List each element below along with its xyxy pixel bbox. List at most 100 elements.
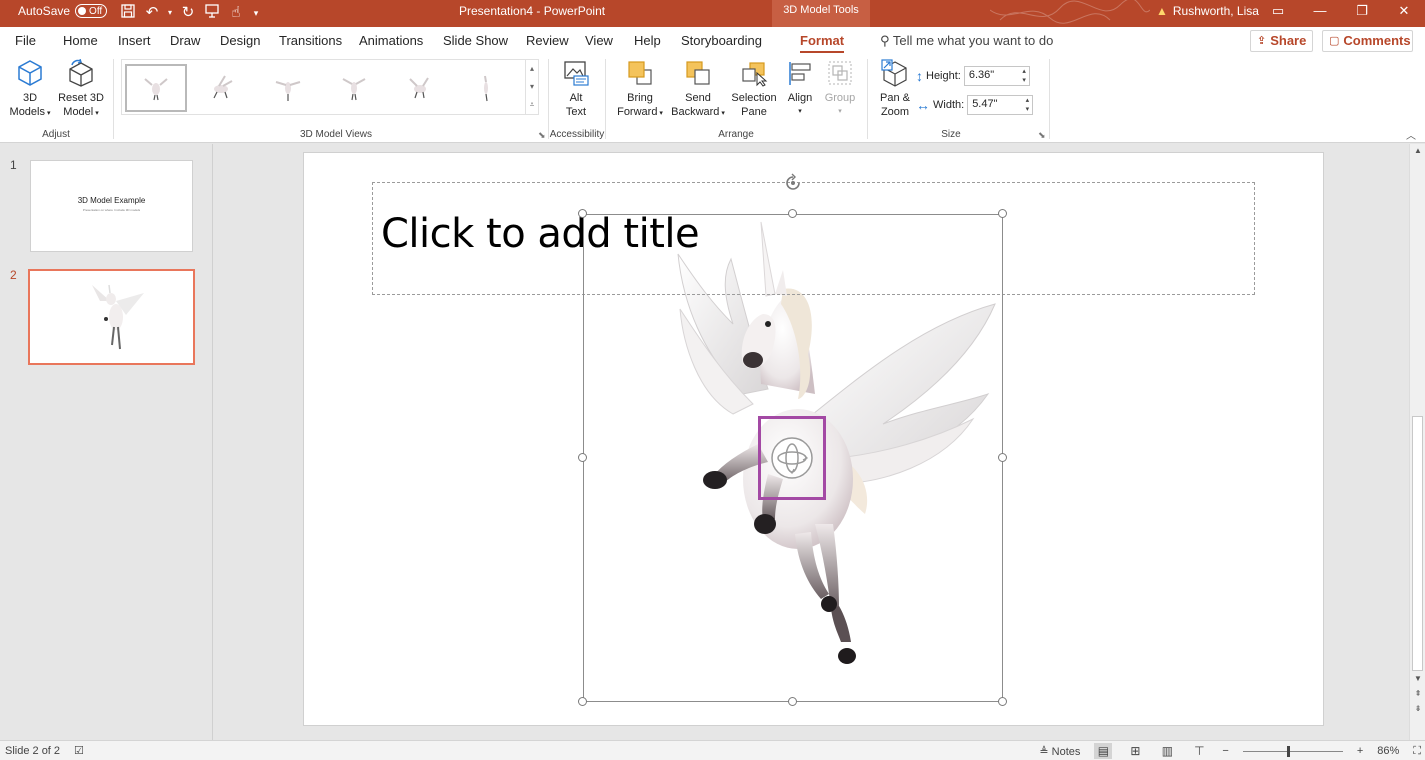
customize-qat-icon[interactable]: ▾ [250,3,262,23]
view-preset-5[interactable] [389,64,451,112]
slide-thumbnail-1[interactable]: 3D Model Example Presentation on where I… [30,160,193,252]
share-icon: ⇪ [1257,35,1267,47]
dialog-launcher-icon[interactable]: ⬊ [538,130,546,141]
width-input[interactable]: 5.47" ▴ ▾ [967,95,1034,115]
unicorn-view-icon [144,78,168,101]
view-preset-4[interactable] [323,64,385,112]
zoom-slider[interactable] [1242,745,1343,757]
restore-icon[interactable]: ❐ [1341,0,1383,22]
3d-models-label-1: 3D [22,92,38,104]
ribbon-display-options-icon[interactable]: ▭ [1257,0,1299,22]
user-account[interactable]: ▲ Rushworth, Lisa [1156,4,1259,18]
tab-transitions[interactable]: Transitions [279,33,342,48]
reset-cube-icon [69,59,93,87]
previous-slide-icon[interactable]: ⇞ [1410,689,1425,698]
resize-handle-bottom-right[interactable] [998,697,1007,706]
resize-handle-top-right[interactable] [998,209,1007,218]
spellcheck-icon[interactable]: ☑ [74,744,84,757]
tab-review[interactable]: Review [526,33,569,48]
tab-insert[interactable]: Insert [118,33,151,48]
gallery-up-icon[interactable]: ▴ [526,60,538,78]
tab-help[interactable]: Help [634,33,661,48]
thumbnail-title: 3D Model Example [77,196,146,205]
reset-label-1: Reset 3D [58,92,104,104]
minimize-icon[interactable]: — [1299,0,1341,22]
slideshow-view-icon[interactable]: ⊤ [1190,743,1208,759]
group-button[interactable]: Group ▾ [822,59,858,119]
notes-button[interactable]: ≜ Notes [1039,745,1080,758]
resize-handle-bottom[interactable] [788,697,797,706]
zoom-level[interactable]: 86% [1377,745,1399,757]
alt-text-button[interactable]: Alt Text [555,59,597,119]
scroll-up-icon[interactable]: ▲ [1410,146,1425,155]
align-button[interactable]: Align ▾ [782,59,818,119]
toggle-knob [78,7,87,15]
tab-file[interactable]: File [15,33,36,48]
collapse-ribbon-icon[interactable]: ︿ [1406,127,1416,142]
fit-slide-icon[interactable]: ⛶ [1413,745,1421,758]
redo-icon[interactable]: ↻ [178,3,198,23]
tab-storyboarding[interactable]: Storyboarding [681,33,762,48]
save-icon[interactable] [118,3,138,23]
close-icon[interactable]: ✕ [1383,0,1425,22]
tab-view[interactable]: View [585,33,613,48]
zoom-in-icon[interactable]: + [1357,745,1363,757]
undo-dropdown-icon[interactable]: ▾ [166,3,174,23]
selection-pane-icon [742,62,768,87]
tab-slide-show[interactable]: Slide Show [443,33,508,48]
group-label: Group [824,92,856,104]
scroll-thumb[interactable] [1412,416,1423,671]
gallery-down-icon[interactable]: ▾ [526,78,538,96]
selection-pane-label-2: Pane [741,106,767,118]
tab-draw[interactable]: Draw [170,33,200,48]
gallery-scrollbar[interactable]: ▴ ▾ ⩡ [525,60,538,114]
bring-forward-icon [628,61,652,85]
selection-pane-button[interactable]: Selection Pane [728,59,780,119]
view-preset-2[interactable] [191,64,253,112]
slide-sorter-view-icon[interactable]: ⊞ [1126,743,1144,759]
resize-handle-bottom-left[interactable] [578,697,587,706]
view-preset-1[interactable] [125,64,187,112]
vertical-scrollbar[interactable]: ▲ ▼ ⇞ ⇟ [1409,144,1425,740]
zoom-out-icon[interactable]: − [1222,745,1228,757]
height-spinner[interactable]: ▴ ▾ [1022,67,1026,85]
bring-forward-button[interactable]: Bring Forward ▾ [612,59,668,121]
present-from-start-icon[interactable] [202,3,222,23]
tell-me-search[interactable]: ⚲ Tell me what you want to do [880,33,1053,49]
view-preset-6[interactable] [455,64,517,112]
height-input[interactable]: 6.36" ▴ ▾ [963,66,1030,86]
share-button[interactable]: ⇪ Share [1250,30,1313,52]
scroll-down-icon[interactable]: ▼ [1410,674,1425,683]
width-spinner[interactable]: ▴ ▾ [1026,96,1030,114]
autosave-toggle[interactable]: Off [75,4,108,18]
normal-view-icon[interactable]: ▤ [1094,743,1113,759]
reading-view-icon[interactable]: ▥ [1158,743,1176,759]
tab-design[interactable]: Design [220,33,260,48]
resize-handle-left[interactable] [578,453,587,462]
undo-icon[interactable]: ↶ [142,3,162,23]
3d-models-button[interactable]: 3D Models ▾ [6,59,54,121]
unicorn-thumbnail-icon [92,284,144,350]
tab-animations[interactable]: Animations [359,33,423,48]
autosave-control[interactable]: AutoSave Off [18,4,108,18]
gallery-more-icon[interactable]: ⩡ [526,96,538,114]
comments-label: Comments [1343,33,1411,48]
reset-label-2: Model [63,106,94,118]
send-backward-button[interactable]: Send Backward ▾ [668,59,728,121]
dialog-launcher-icon[interactable]: ⬊ [1038,130,1046,141]
tab-format[interactable]: Format [800,33,845,53]
3d-model-views-gallery: ▴ ▾ ⩡ [121,59,539,115]
resize-handle-right[interactable] [998,453,1007,462]
reset-3d-model-button[interactable]: Reset 3D Model ▾ [56,59,106,121]
pan-zoom-button[interactable]: Pan & Zoom [874,59,916,119]
rotate-handle-icon[interactable] [783,173,803,193]
resize-handle-top-left[interactable] [578,209,587,218]
tab-home[interactable]: Home [63,33,98,48]
view-preset-3[interactable] [257,64,319,112]
slide-thumbnail-2[interactable] [28,269,195,365]
touch-mode-icon[interactable]: ☝ [226,3,246,23]
resize-handle-top[interactable] [788,209,797,218]
comments-button[interactable]: ▢ Comments [1322,30,1413,52]
next-slide-icon[interactable]: ⇟ [1410,704,1425,713]
zoom-slider-knob[interactable] [1287,745,1291,757]
